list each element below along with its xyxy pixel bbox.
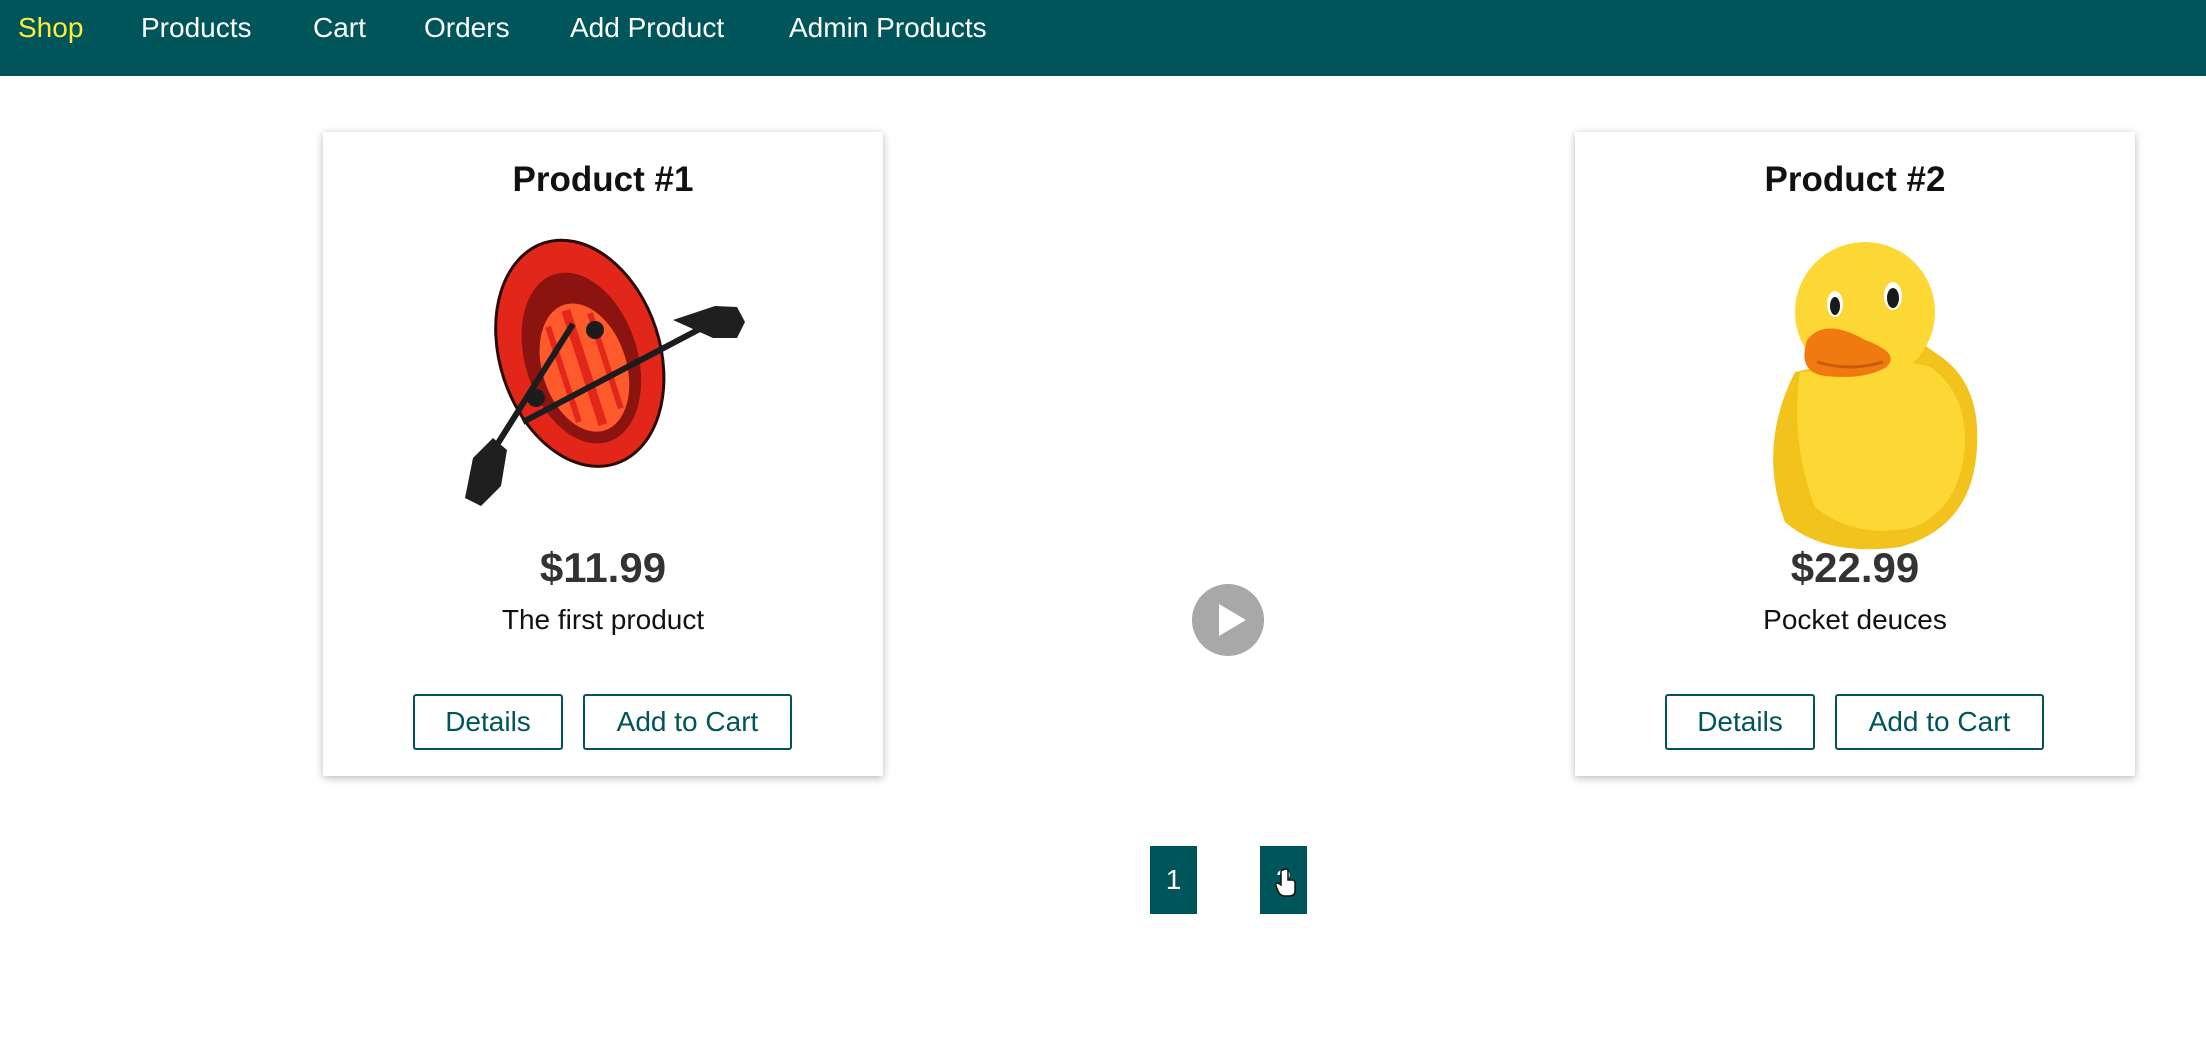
rubber-duck-icon [1675, 222, 2035, 562]
add-to-cart-button[interactable]: Add to Cart [583, 694, 792, 750]
top-navigation-bar: Shop Products Cart Orders Add Product Ad… [0, 0, 2206, 76]
play-icon [1192, 584, 1264, 656]
play-button[interactable] [1192, 584, 1264, 656]
product-price: $11.99 [323, 544, 883, 592]
product-price: $22.99 [1575, 544, 2135, 592]
nav-add-product[interactable]: Add Product [570, 10, 724, 46]
details-button[interactable]: Details [413, 694, 563, 750]
product-title: Product #1 [323, 160, 883, 200]
nav-admin-products[interactable]: Admin Products [789, 10, 987, 46]
add-to-cart-button[interactable]: Add to Cart [1835, 694, 2044, 750]
product-card: Product #2 $22.99 Pocket deuces Details … [1575, 132, 2135, 776]
nav-shop[interactable]: Shop [18, 10, 83, 46]
nav-products[interactable]: Products [141, 10, 252, 46]
product-description: Pocket deuces [1575, 604, 2135, 636]
product-card: Product #1 $11.99 The first product Deta… [323, 132, 883, 776]
product-description: The first product [323, 604, 883, 636]
nav-cart[interactable]: Cart [313, 10, 366, 46]
product-title: Product #2 [1575, 160, 2135, 200]
hand-cursor-icon [1274, 868, 1300, 898]
details-button[interactable]: Details [1665, 694, 1815, 750]
nav-orders[interactable]: Orders [424, 10, 510, 46]
page-button-1[interactable]: 1 [1150, 846, 1197, 914]
inflatable-boat-icon [423, 222, 783, 562]
